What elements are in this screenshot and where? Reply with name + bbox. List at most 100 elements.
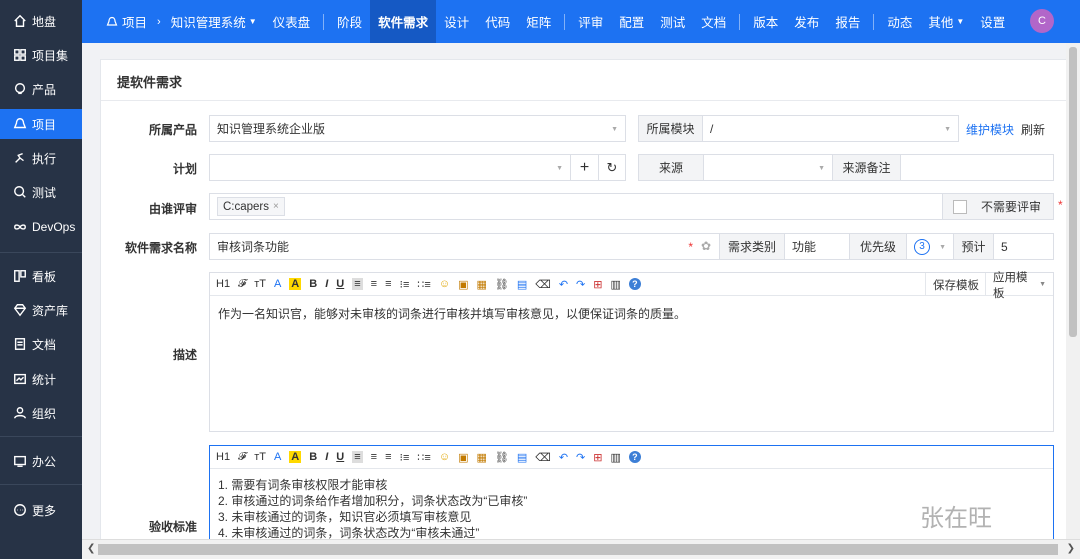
sidebar-item-programs[interactable]: 项目集 <box>0 40 82 70</box>
image-icon[interactable]: ▣ <box>458 451 468 464</box>
sidebar-item-kanban[interactable]: 看板 <box>0 261 82 291</box>
align-right-button[interactable]: ≡ <box>385 451 391 463</box>
source-select[interactable]: ▼ <box>703 154 833 181</box>
underline-button[interactable]: U <box>336 278 344 290</box>
media-icon[interactable]: ▦ <box>476 278 486 291</box>
sidebar-item-stats[interactable]: 统计 <box>0 364 82 394</box>
sidebar-item-product[interactable]: 产品 <box>0 74 82 104</box>
sidebar-item-execution[interactable]: 执行 <box>0 143 82 173</box>
nav-settings[interactable]: 设置 <box>972 0 1013 43</box>
font-color-button[interactable]: A <box>274 451 281 463</box>
align-left-button[interactable]: ≡ <box>352 451 363 463</box>
refresh-link[interactable]: 刷新 <box>1021 121 1045 138</box>
font-size-button[interactable]: тT <box>254 278 266 290</box>
align-center-button[interactable]: ≡ <box>371 278 377 290</box>
sidebar-item-assets[interactable]: 资产库 <box>0 295 82 325</box>
plan-select[interactable]: ▼ <box>209 154 571 181</box>
source-code-icon[interactable]: ▥ <box>610 451 620 464</box>
close-icon[interactable]: × <box>273 201 279 212</box>
sidebar-item-org[interactable]: 组织 <box>0 398 82 428</box>
link-icon[interactable]: ⛓ <box>495 278 509 291</box>
nav-activity[interactable]: 动态 <box>879 0 920 43</box>
palette-icon[interactable]: ✿ <box>701 239 711 253</box>
product-select[interactable]: 知识管理系统企业版 ▼ <box>209 115 626 142</box>
align-left-button[interactable]: ≡ <box>352 278 363 290</box>
scrollbar-thumb[interactable] <box>1069 47 1077 337</box>
scroll-left-icon[interactable]: ❮ <box>87 543 95 554</box>
description-editor[interactable]: H1 𝓕 тT A A B I U ≡ ≡ ≡ ⁝≡ ∷≡ ☺ ▣ ▦ ⛓ ▤ … <box>209 272 1054 432</box>
scrollbar-thumb[interactable] <box>98 544 1058 555</box>
reviewer-select[interactable]: C:capers × <box>209 193 943 220</box>
sidebar-item-devops[interactable]: DevOps <box>0 212 82 242</box>
redo-icon[interactable]: ↷ <box>576 451 585 464</box>
fullscreen-icon[interactable]: ⊞ <box>593 278 602 291</box>
italic-button[interactable]: I <box>325 451 328 463</box>
nav-project[interactable]: 项目 <box>82 0 155 43</box>
emoji-icon[interactable]: ☺ <box>439 278 450 290</box>
bold-button[interactable]: B <box>309 278 317 290</box>
priority-select[interactable]: 3 ▼ <box>906 233 954 260</box>
heading-button[interactable]: H1 <box>216 451 230 463</box>
font-button[interactable]: 𝓕 <box>238 278 246 291</box>
ordered-list-button[interactable]: ⁝≡ <box>399 278 409 291</box>
bold-button[interactable]: B <box>309 451 317 463</box>
product-switcher[interactable]: 知识管理系统 ▼ <box>163 0 265 43</box>
vertical-scrollbar[interactable] <box>1066 43 1080 539</box>
save-template-button[interactable]: 保存模板 <box>925 273 986 296</box>
source-note-input[interactable] <box>900 154 1054 181</box>
link-icon[interactable]: ⛓ <box>495 451 509 464</box>
nav-docs[interactable]: 文档 <box>693 0 734 43</box>
nav-dashboard[interactable]: 仪表盘 <box>265 0 319 43</box>
undo-icon[interactable]: ↶ <box>559 278 568 291</box>
add-plan-button[interactable]: + <box>570 154 599 181</box>
eraser-icon[interactable]: ⌫ <box>535 278 551 291</box>
sidebar-item-more[interactable]: 更多 <box>0 495 82 525</box>
source-code-icon[interactable]: ▥ <box>610 278 620 291</box>
nav-stage[interactable]: 阶段 <box>329 0 370 43</box>
font-size-button[interactable]: тT <box>254 451 266 463</box>
nav-release[interactable]: 发布 <box>786 0 827 43</box>
ordered-list-button[interactable]: ⁝≡ <box>399 451 409 464</box>
heading-button[interactable]: H1 <box>216 278 230 290</box>
unordered-list-button[interactable]: ∷≡ <box>417 451 430 464</box>
module-select[interactable]: / ▼ <box>702 115 959 142</box>
estimate-input[interactable]: 5 <box>993 233 1054 260</box>
no-review-checkbox[interactable] <box>953 199 967 214</box>
italic-button[interactable]: I <box>325 278 328 290</box>
fullscreen-icon[interactable]: ⊞ <box>593 451 602 464</box>
sidebar-item-docs[interactable]: 文档 <box>0 329 82 359</box>
image-icon[interactable]: ▣ <box>458 278 468 291</box>
category-select[interactable]: 功能 <box>784 233 850 260</box>
align-right-button[interactable]: ≡ <box>385 278 391 290</box>
nav-code[interactable]: 代码 <box>477 0 518 43</box>
name-input[interactable]: 审核词条功能 * ✿ <box>209 233 720 260</box>
avatar[interactable]: C <box>1030 9 1054 33</box>
font-color-button[interactable]: A <box>274 278 281 290</box>
sidebar-item-project[interactable]: 项目 <box>0 109 82 139</box>
unordered-list-button[interactable]: ∷≡ <box>417 278 430 291</box>
redo-icon[interactable]: ↷ <box>576 278 585 291</box>
nav-review[interactable]: 评审 <box>570 0 611 43</box>
no-review-toggle[interactable]: 不需要评审 <box>942 193 1054 220</box>
highlight-button[interactable]: A <box>289 451 302 463</box>
highlight-button[interactable]: A <box>289 278 302 290</box>
refresh-plan-button[interactable]: ↻ <box>598 154 626 181</box>
apply-template-button[interactable]: 应用模板 ▼ <box>985 272 1053 300</box>
nav-version[interactable]: 版本 <box>745 0 786 43</box>
align-center-button[interactable]: ≡ <box>371 451 377 463</box>
help-icon[interactable]: ? <box>628 278 641 290</box>
maintain-module-link[interactable]: 维护模块 <box>966 121 1014 138</box>
underline-button[interactable]: U <box>336 451 344 463</box>
undo-icon[interactable]: ↶ <box>559 451 568 464</box>
nav-other[interactable]: 其他 ▼ <box>920 0 972 43</box>
emoji-icon[interactable]: ☺ <box>439 451 450 463</box>
scroll-right-icon[interactable]: ❯ <box>1067 543 1075 554</box>
nav-software-requirements[interactable]: 软件需求 <box>370 0 437 43</box>
nav-report[interactable]: 报告 <box>827 0 868 43</box>
font-button[interactable]: 𝓕 <box>238 451 246 464</box>
horizontal-scrollbar[interactable]: ❮ ❯ <box>82 539 1080 559</box>
eraser-icon[interactable]: ⌫ <box>535 451 551 464</box>
help-icon[interactable]: ? <box>628 451 641 463</box>
nav-matrix[interactable]: 矩阵 <box>518 0 559 43</box>
sidebar-item-office[interactable]: 办公 <box>0 446 82 476</box>
